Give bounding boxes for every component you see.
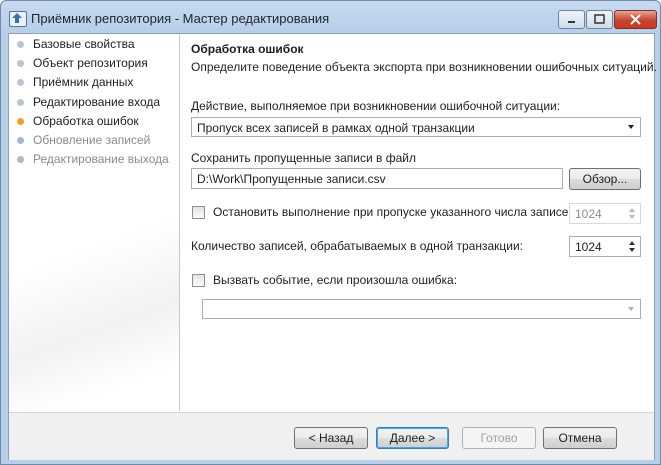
stop-count-spinner[interactable]: 1024: [569, 203, 641, 224]
step-label: Базовые свойства: [33, 37, 135, 51]
batch-size-label: Количество записей, обрабатываемых в одн…: [191, 239, 523, 253]
maximize-button[interactable]: [586, 10, 613, 29]
step-label: Приёмник данных: [33, 75, 134, 89]
stop-count-value: 1024: [575, 207, 602, 221]
page-content: Обработка ошибок Определите поведение об…: [180, 34, 657, 411]
batch-size-spinner[interactable]: 1024: [569, 236, 641, 257]
steps-sidebar: Базовые свойства Объект репозитория Приё…: [9, 34, 180, 411]
browse-button[interactable]: Обзор...: [569, 168, 641, 190]
step-bullet-icon: [17, 60, 24, 67]
stop-on-skip-checkbox[interactable]: [192, 206, 205, 219]
stop-on-skip-label: Остановить выполнение при пропуске указа…: [213, 205, 579, 219]
wizard-client-area: Базовые свойства Объект репозитория Приё…: [8, 33, 657, 460]
chevron-down-icon: [628, 125, 634, 129]
step-label: Обработка ошибок: [33, 114, 139, 128]
step-label: Обновление записей: [33, 133, 151, 147]
raise-event-label: Вызвать событие, если произошла ошибка:: [213, 273, 458, 287]
step-bullet-icon: [17, 137, 24, 144]
step-label: Редактирование входа: [33, 95, 161, 109]
step-bullet-icon: [17, 79, 24, 86]
error-action-value: Пропуск всех записей в рамках одной тран…: [197, 121, 475, 135]
maximize-icon: [594, 14, 605, 24]
event-select[interactable]: [202, 299, 641, 319]
title-bar[interactable]: Приёмник репозитория - Мастер редактиров…: [1, 1, 660, 35]
wizard-window: Приёмник репозитория - Мастер редактиров…: [0, 0, 661, 465]
close-icon: [630, 14, 641, 25]
step-label: Редактирование выхода: [33, 152, 169, 166]
spin-down-icon: [629, 215, 635, 219]
next-button[interactable]: Далее >: [376, 427, 449, 449]
spin-down-icon: [629, 248, 635, 252]
error-action-select[interactable]: Пропуск всех записей в рамках одной тран…: [191, 117, 641, 137]
batch-size-value: 1024: [575, 240, 602, 254]
step-bullet-icon: [17, 99, 24, 106]
minimize-icon: [568, 21, 575, 23]
page-title: Обработка ошибок: [191, 42, 304, 56]
upload-arrow-icon: [9, 11, 27, 27]
page-description: Определите поведение объекта экспорта пр…: [191, 60, 657, 74]
wizard-footer: < Назад Далее > Готово Отмена: [9, 412, 654, 460]
cancel-button[interactable]: Отмена: [543, 427, 617, 449]
save-skipped-label: Сохранить пропущенные записи в файл: [191, 151, 416, 165]
chevron-down-icon: [628, 307, 634, 311]
step-bullet-icon: [17, 156, 24, 163]
spin-up-icon: [629, 208, 635, 212]
step-current-bullet-icon: [17, 118, 24, 125]
minimize-button[interactable]: [558, 10, 585, 29]
skipped-file-path-value: D:\Work\Пропущенные записи.csv: [197, 172, 386, 186]
close-button[interactable]: [614, 10, 657, 29]
finish-button[interactable]: Готово: [462, 427, 536, 449]
spin-up-icon: [629, 241, 635, 245]
step-label: Объект репозитория: [33, 56, 148, 70]
window-title: Приёмник репозитория - Мастер редактиров…: [31, 11, 330, 26]
back-button[interactable]: < Назад: [294, 427, 368, 449]
skipped-file-path-input[interactable]: D:\Work\Пропущенные записи.csv: [191, 168, 563, 189]
step-bullet-icon: [17, 41, 24, 48]
error-action-label: Действие, выполняемое при возникновении …: [191, 99, 561, 113]
raise-event-checkbox[interactable]: [192, 274, 205, 287]
